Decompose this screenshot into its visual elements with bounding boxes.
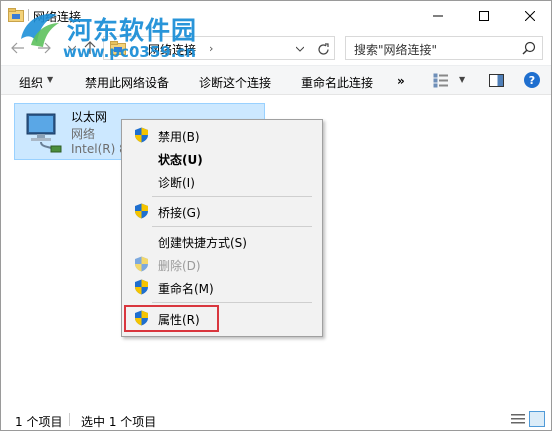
close-button[interactable] (507, 1, 551, 31)
ethernet-adapter-icon (26, 113, 62, 153)
menu-item-bridge[interactable]: 桥接(G) (124, 200, 320, 222)
details-view-icon[interactable] (511, 413, 525, 425)
menu-item-create-shortcut[interactable]: 创建快捷方式(S) (124, 230, 320, 252)
rename-connection-button[interactable]: 重命名此连接 (301, 74, 373, 91)
menu-item-rename[interactable]: 重命名(M) (124, 276, 320, 298)
minimize-button[interactable] (415, 1, 461, 31)
menu-item-label: 创建快捷方式(S) (158, 236, 247, 250)
disable-device-button[interactable]: 禁用此网络设备 (85, 74, 169, 91)
tiles-view-icon[interactable] (529, 411, 545, 427)
watermark-logo-icon (21, 13, 59, 47)
shield-icon (135, 127, 148, 143)
search-input[interactable]: 搜索"网络连接" (345, 36, 543, 60)
adapter-network: 网络 (71, 127, 96, 141)
chevron-down-icon (296, 46, 304, 52)
properties-highlight (124, 305, 219, 332)
watermark-text: 河东软件园 (67, 16, 198, 45)
shield-icon (135, 279, 148, 295)
breadcrumb-chevron-icon[interactable]: › (209, 42, 213, 55)
menu-item-label: 重命名(M) (158, 282, 214, 296)
menu-item-label: 删除(D) (158, 259, 201, 273)
menu-separator (152, 226, 312, 227)
maximize-button[interactable] (461, 1, 507, 31)
adapter-name: 以太网 (71, 110, 108, 124)
preview-pane-icon[interactable] (489, 74, 504, 87)
menu-item-label: 桥接(G) (158, 206, 201, 220)
chevron-down-icon[interactable]: ▼ (459, 75, 465, 84)
help-icon[interactable]: ? (524, 72, 540, 88)
refresh-icon (317, 42, 329, 55)
minimize-icon (433, 15, 443, 17)
menu-item-delete: 删除(D) (124, 253, 320, 275)
menu-item-label: 禁用(B) (158, 130, 200, 144)
maximize-icon (479, 11, 489, 21)
change-view-icon[interactable] (433, 73, 449, 88)
status-separator (69, 413, 70, 426)
menu-item-label: 诊断(I) (158, 176, 195, 190)
command-bar: 组织 ▼ 禁用此网络设备 诊断这个连接 重命名此连接 » ▼ ? (1, 65, 551, 95)
adapter-device: Intel(R) 8 (71, 142, 127, 156)
item-count: 1 个项目 (15, 415, 63, 429)
menu-separator (152, 196, 312, 197)
shield-icon (135, 203, 148, 219)
menu-item-disable[interactable]: 禁用(B) (124, 124, 320, 146)
menu-item-diagnose[interactable]: 诊断(I) (124, 170, 320, 192)
shield-icon (135, 256, 148, 272)
search-icon[interactable] (522, 41, 536, 55)
chevron-down-icon[interactable]: ▼ (47, 75, 53, 84)
menu-item-label: 状态(U) (158, 153, 203, 167)
diagnose-connection-button[interactable]: 诊断这个连接 (199, 74, 271, 91)
more-commands-button[interactable]: » (397, 74, 405, 88)
search-placeholder: 搜索"网络连接" (354, 43, 438, 57)
status-bar: 1 个项目 选中 1 个项目 (1, 405, 551, 430)
menu-separator (152, 302, 312, 303)
explorer-window: 网络连接 › 网络连接 › 搜索"网络连接" 河东软件园 www.pc0359.… (0, 0, 552, 431)
menu-item-status[interactable]: 状态(U) (124, 147, 320, 169)
selected-count: 选中 1 个项目 (81, 415, 157, 429)
organize-button[interactable]: 组织 (19, 74, 43, 91)
close-icon (525, 11, 535, 21)
address-history-button[interactable] (292, 41, 308, 57)
refresh-button[interactable] (314, 40, 332, 58)
watermark-url: www.pc0359.cn (63, 43, 196, 61)
